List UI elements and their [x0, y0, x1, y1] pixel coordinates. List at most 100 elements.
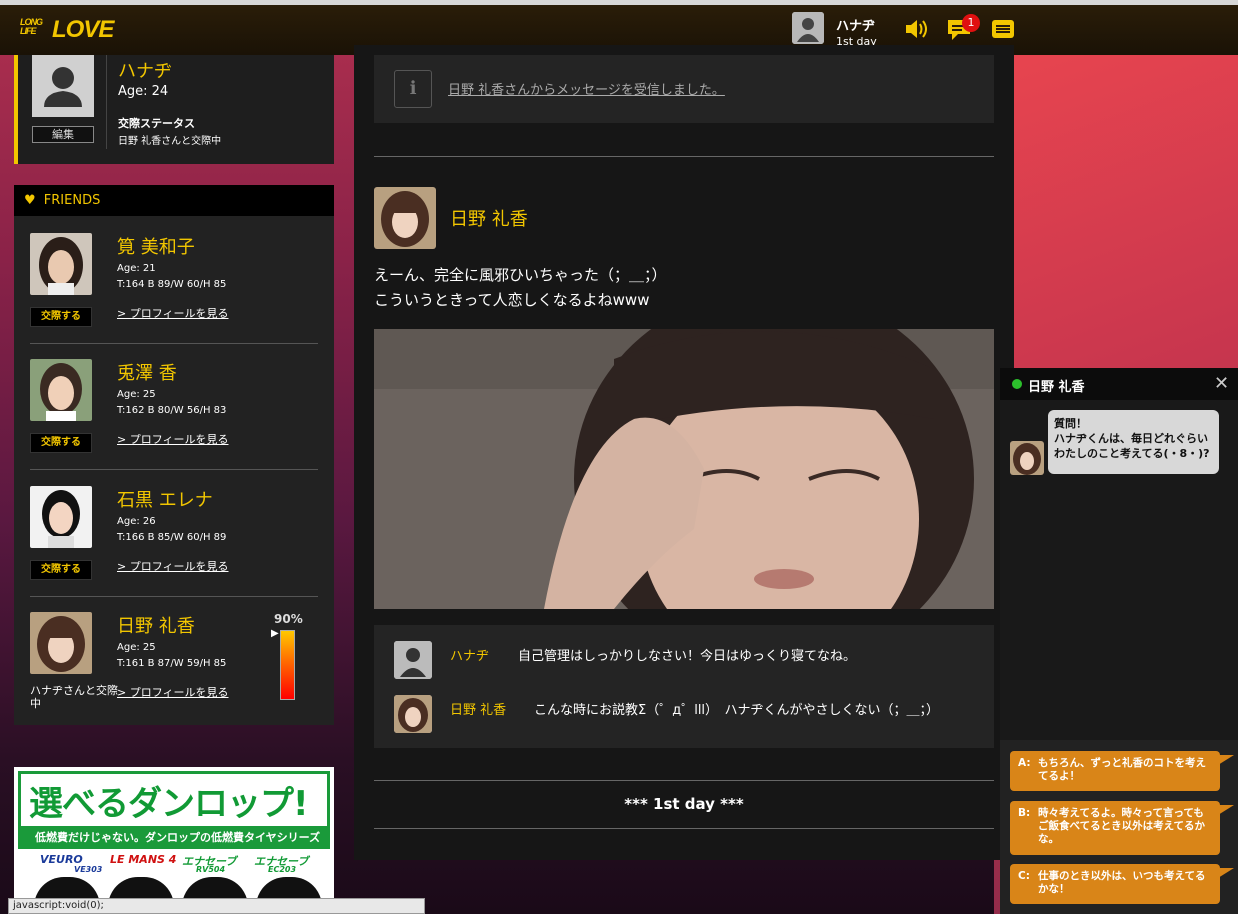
notification-link[interactable]: 日野 礼香さんからメッセージを受信しました。	[448, 79, 725, 98]
relationship-status-label: 交際ステータス	[118, 117, 195, 130]
friend-name: 日野 礼香	[117, 616, 195, 637]
day-marker: *** 1st day ***	[624, 795, 744, 813]
reply-key: A:	[1018, 757, 1031, 769]
friends-panel: ♥ FRIENDS 交際する 筧 美和子 Age: 21 T:164 B 89/…	[14, 185, 334, 725]
profile-age: Age: 24	[118, 84, 169, 99]
view-profile-link[interactable]: > プロフィールを見る	[117, 431, 229, 447]
divider	[30, 343, 318, 344]
love-meter-label: 90%	[274, 612, 303, 626]
comment: ハナヂ 自己管理はしっかりしなさい！今日はゆっくり寝てなね。	[394, 641, 994, 681]
commenter-name[interactable]: ハナヂ	[450, 645, 489, 664]
my-profile-panel: 編集 ハナヂ Age: 24 交際ステータス 日野 礼香さんと交際中	[14, 55, 334, 164]
user-avatar-icon	[792, 12, 824, 44]
post-author-name[interactable]: 日野 礼香	[450, 205, 528, 231]
speaker-icon[interactable]	[902, 17, 932, 45]
chat-partner-name: 日野 礼香	[1028, 380, 1085, 395]
divider	[374, 780, 994, 781]
friends-title: FRIENDS	[43, 193, 101, 208]
friend-photo[interactable]	[30, 233, 92, 295]
friend-card: 交際する 筧 美和子 Age: 21 T:164 B 89/W 60/H 85 …	[14, 233, 334, 359]
friend-measurements: T:164 B 89/W 60/H 85	[117, 279, 227, 290]
meter-pointer-icon: ▶	[271, 628, 279, 639]
post-line: えーん、完全に風邪ひいちゃった（；＿；）	[374, 266, 667, 284]
divider	[30, 469, 318, 470]
friend-name: 筧 美和子	[117, 237, 195, 258]
ad-subtitle: 低燃費だけじゃない。ダンロップの低燃費タイヤシリーズ	[21, 826, 327, 846]
friend-photo[interactable]	[30, 612, 92, 674]
divider	[30, 596, 318, 597]
advertisement-banner[interactable]: 選べるダンロップ! 低燃費だけじゃない。ダンロップの低燃費タイヤシリーズ VEU…	[14, 767, 334, 914]
post-text: えーん、完全に風邪ひいちゃった（；＿；） こういうときって人恋しくなるよねwww	[374, 263, 994, 313]
date-button[interactable]: 交際する	[30, 307, 92, 327]
date-button[interactable]: 交際する	[30, 560, 92, 580]
message-line: ハナヂくんは、毎日どれぐらい	[1054, 432, 1208, 445]
view-profile-link[interactable]: > プロフィールを見る	[117, 684, 229, 700]
friend-measurements: T:162 B 80/W 56/H 83	[117, 405, 227, 416]
ad-brand-sub: RV504	[196, 865, 226, 874]
timeline-feed: ℹ 日野 礼香さんからメッセージを受信しました。 日野 礼香 えーん、完全に風邪…	[354, 45, 1014, 860]
close-icon[interactable]: ✕	[1214, 373, 1229, 394]
view-profile-link[interactable]: > プロフィールを見る	[117, 305, 229, 321]
view-profile-link[interactable]: > プロフィールを見る	[117, 558, 229, 574]
friend-card: 交際する 兎澤 香 Age: 25 T:162 B 80/W 56/H 83 >…	[14, 359, 334, 485]
friend-age: Age: 21	[117, 263, 156, 274]
divider	[106, 55, 107, 149]
reply-key: B:	[1018, 807, 1031, 819]
heart-icon: ♥	[24, 193, 36, 208]
logo-small-text: LONG LIFE	[20, 17, 43, 36]
friend-age: Age: 25	[117, 642, 156, 653]
profile-avatar-icon	[32, 55, 94, 117]
online-status-icon	[1012, 379, 1022, 389]
chat-message-bubble: 質問！ ハナヂくんは、毎日どれぐらい わたしのこと考えてる(・8・)?	[1048, 410, 1219, 474]
logo-text: LOVE	[52, 16, 114, 43]
chat-header: 日野 礼香 ✕	[1000, 368, 1238, 400]
friend-age: Age: 25	[117, 389, 156, 400]
commenter-avatar	[394, 695, 432, 733]
reply-text: 仕事のとき以外は、いつも考えてるかな！	[1038, 870, 1206, 895]
post-photo[interactable]	[374, 329, 994, 609]
user-name: ハナヂ	[836, 19, 876, 34]
friend-card: 交際する 石黒 エレナ Age: 26 T:166 B 85/W 60/H 89…	[14, 486, 334, 612]
notification-card: ℹ 日野 礼香さんからメッセージを受信しました。	[374, 55, 994, 123]
edit-profile-button[interactable]: 編集	[32, 126, 94, 143]
commenter-name[interactable]: 日野 礼香	[450, 699, 506, 718]
reply-option-b[interactable]: B: 時々考えてるよ。時々って言ってもご飯食べてるとき以外は考えてるかな。	[1010, 801, 1234, 855]
reply-text: 時々考えてるよ。時々って言ってもご飯食べてるとき以外は考えてるかな。	[1038, 807, 1206, 845]
chat-partner-avatar	[1010, 441, 1044, 475]
comment-text: こんな時にお説教Σ（゜д゜lll） ハナヂくんがやさしくない（；＿；）	[534, 703, 940, 718]
message-line: 質問！	[1054, 417, 1087, 430]
reply-options: A: もちろん、ずっと礼香のコトを考えてるよ！ B: 時々考えてるよ。時々って言…	[1000, 740, 1238, 914]
profile-name: ハナヂ	[118, 61, 172, 82]
info-icon: ℹ	[394, 70, 432, 108]
commenter-avatar-icon	[394, 641, 432, 679]
friend-photo[interactable]	[30, 486, 92, 548]
message-line: わたしのこと考えてる(・8・)?	[1054, 447, 1210, 460]
friend-name: 兎澤 香	[117, 363, 177, 384]
friend-card: ハナヂさんと交際中 日野 礼香 Age: 25 T:161 B 87/W 59/…	[14, 612, 334, 738]
date-button[interactable]: 交際する	[30, 433, 92, 453]
comments-section: ハナヂ 自己管理はしっかりしなさい！今日はゆっくり寝てなね。 日野 礼香 こんな…	[374, 625, 994, 748]
post-author-avatar[interactable]	[374, 187, 436, 249]
friend-measurements: T:161 B 87/W 59/H 85	[117, 658, 227, 669]
browser-status-bar: javascript:void(0);	[8, 898, 425, 914]
divider	[374, 156, 994, 157]
friend-age: Age: 26	[117, 516, 156, 527]
post-line: こういうときって人恋しくなるよねwww	[374, 291, 650, 309]
relationship-status-value: 日野 礼香さんと交際中	[118, 136, 222, 147]
reply-text: もちろん、ずっと礼香のコトを考えてるよ！	[1038, 757, 1206, 782]
friend-photo[interactable]	[30, 359, 92, 421]
friend-measurements: T:166 B 85/W 60/H 89	[117, 532, 227, 543]
relationship-status: ハナヂさんと交際中	[30, 684, 118, 710]
ad-brand-sub: EC203	[268, 865, 297, 874]
ad-brand-sub: VE303	[74, 865, 103, 874]
ad-header: 選べるダンロップ! 低燃費だけじゃない。ダンロップの低燃費タイヤシリーズ	[18, 771, 330, 849]
menu-icon[interactable]	[988, 17, 1018, 45]
comment: 日野 礼香 こんな時にお説教Σ（゜д゜lll） ハナヂくんがやさしくない（；＿；…	[394, 695, 994, 735]
chat-window: 日野 礼香 ✕ 質問！ ハナヂくんは、毎日どれぐらい わたしのこと考えてる(・8…	[1000, 368, 1238, 914]
notification-badge: 1	[962, 14, 980, 32]
ad-title: 選べるダンロップ!	[29, 784, 309, 824]
reply-key: C:	[1018, 870, 1030, 882]
reply-option-a[interactable]: A: もちろん、ずっと礼香のコトを考えてるよ！	[1010, 751, 1234, 791]
reply-option-c[interactable]: C: 仕事のとき以外は、いつも考えてるかな！	[1010, 864, 1234, 904]
friends-header: ♥ FRIENDS	[14, 185, 334, 216]
